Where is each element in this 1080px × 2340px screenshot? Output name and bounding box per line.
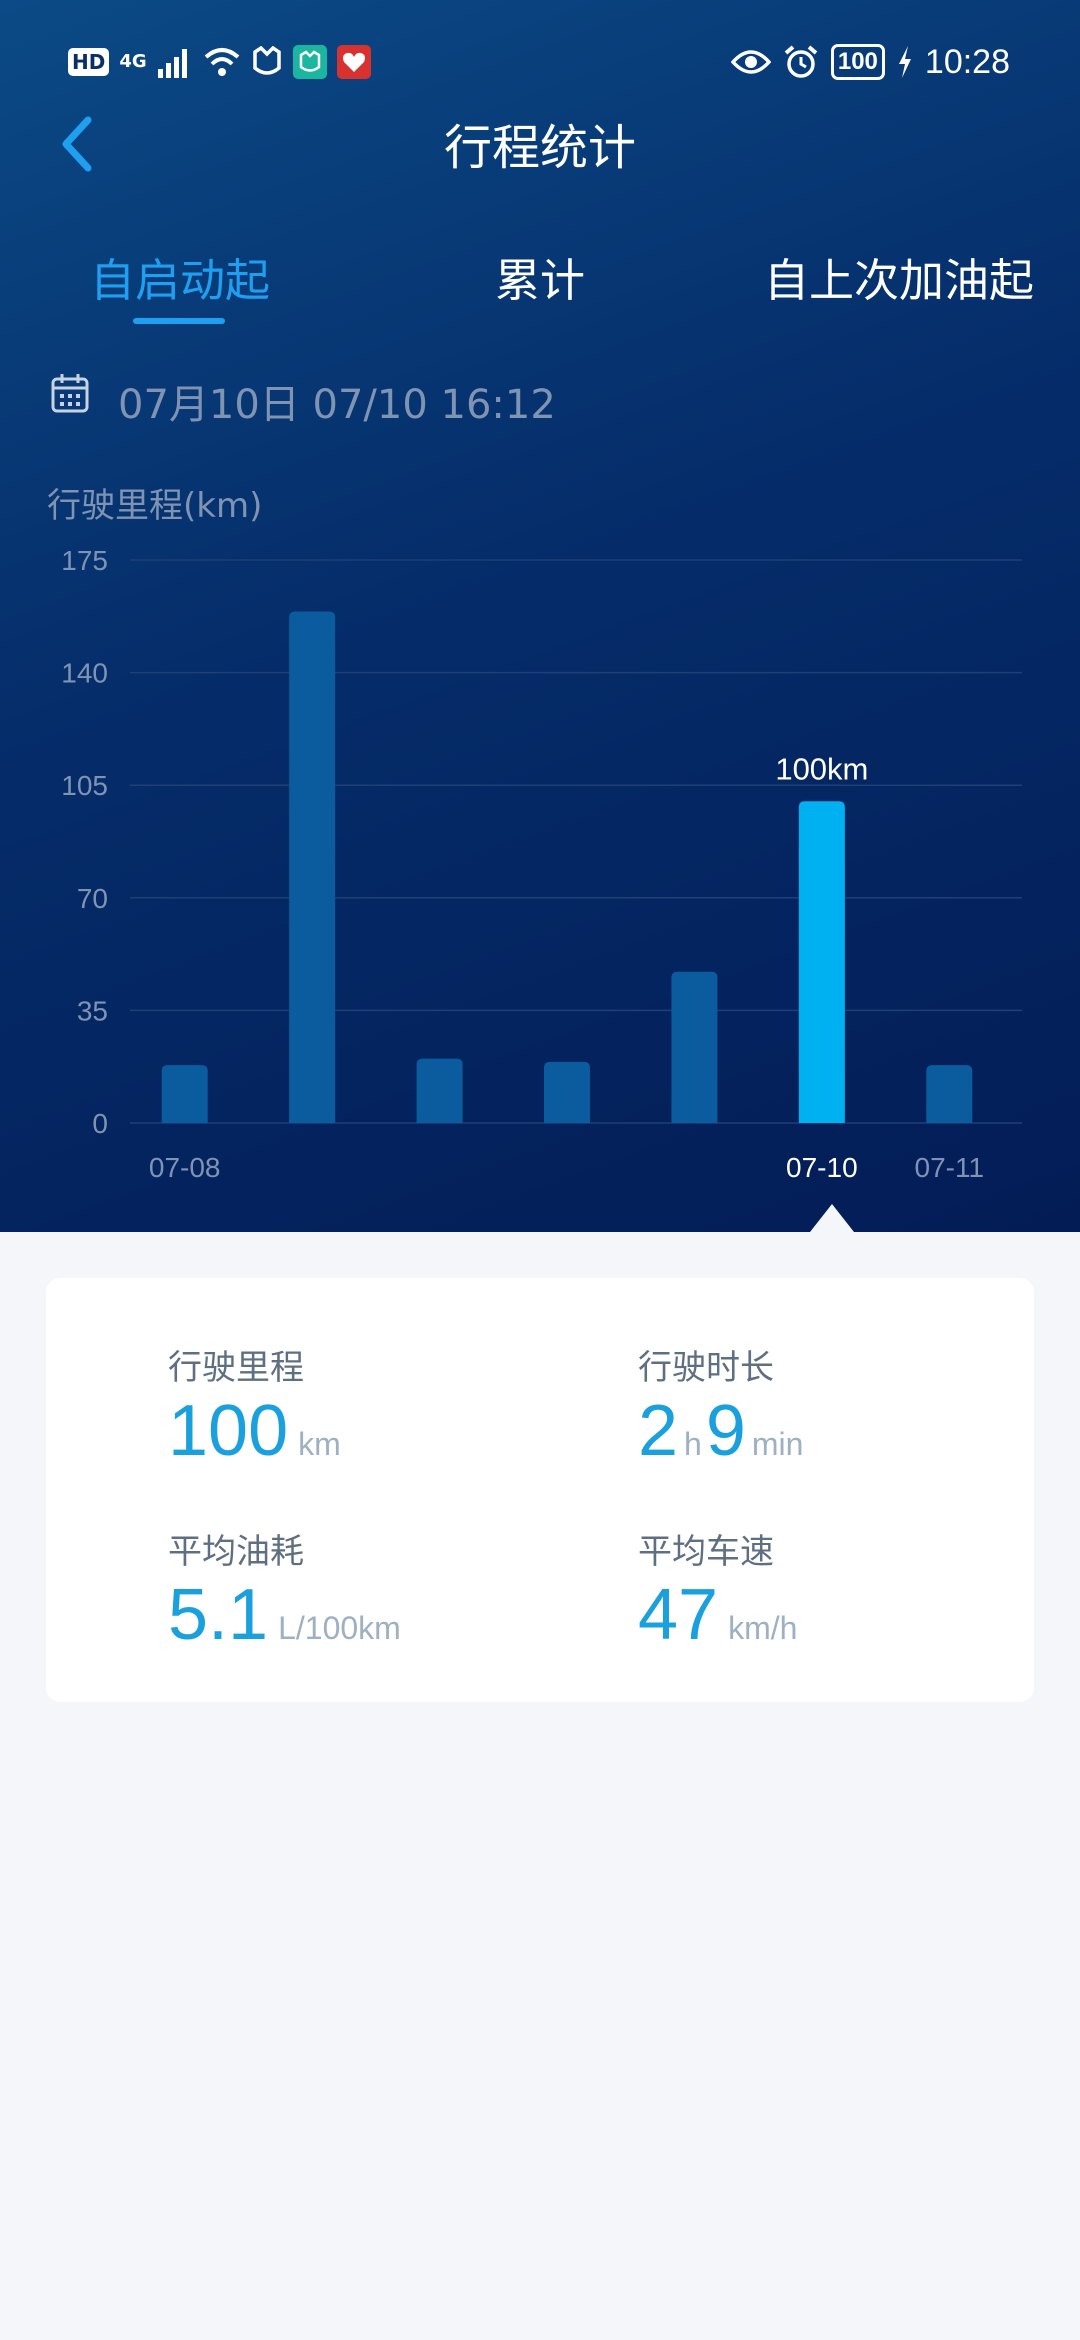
duration-hours: 2: [638, 1391, 679, 1471]
hd-badge: HD: [68, 48, 110, 76]
stat-mileage: 行驶里程 100 km: [168, 1340, 341, 1467]
selected-bar-pointer: [810, 1204, 854, 1232]
network-type: 4G: [119, 51, 147, 72]
fuel-unit: L/100km: [278, 1610, 401, 1646]
calendar-icon[interactable]: [50, 372, 90, 414]
tab-cumulative[interactable]: 累计: [495, 244, 585, 309]
speed-label: 平均车速: [638, 1532, 774, 1572]
stat-fuel: 平均油耗 5.1 L/100km: [168, 1524, 401, 1651]
active-tab-indicator: [133, 318, 225, 324]
x-tick-label: 07-11: [915, 1152, 985, 1183]
wifi-icon: [204, 48, 239, 76]
duration-hours-unit: h: [684, 1426, 702, 1462]
bar-selected[interactable]: [798, 801, 845, 1123]
fuel-label: 平均油耗: [168, 1532, 304, 1572]
tab-since-refuel[interactable]: 自上次加油起: [764, 244, 1034, 309]
x-tick-label: 07-08: [149, 1152, 221, 1183]
eye-icon: [730, 50, 771, 74]
bar[interactable]: [416, 1058, 463, 1123]
trip-stats-card: 行驶里程 100 km 行驶时长 2 h9 min 平均油耗 5.1 L/100km 平…: [46, 1278, 1034, 1702]
battery-indicator: 100: [830, 44, 885, 80]
mi-home-icon: [252, 46, 281, 75]
fuel-value: 5.1: [168, 1575, 269, 1655]
bar[interactable]: [161, 1065, 208, 1123]
status-right: 100 10:28: [730, 40, 1010, 84]
stat-duration: 行驶时长 2 h9 min: [638, 1340, 807, 1467]
page-title: 行程统计: [443, 120, 636, 176]
signal-icon: [157, 49, 187, 78]
alarm-icon: [784, 45, 818, 78]
mileage-unit: km: [298, 1426, 341, 1462]
speed-value: 47: [638, 1575, 719, 1655]
bar[interactable]: [926, 1065, 973, 1123]
bar[interactable]: [289, 611, 336, 1123]
mileage-label: 行驶里程: [168, 1348, 304, 1388]
duration-label: 行驶时长: [638, 1348, 774, 1388]
header-panel: HD 4G 100 10:28 行程统计 自启动起 累计 自上次加油起 07月1…: [0, 0, 1080, 1232]
bar[interactable]: [544, 1061, 590, 1123]
status-bar: HD 4G 100 10:28: [0, 30, 1080, 94]
y-tick-label: 35: [77, 995, 108, 1026]
app-notification-icon: [292, 45, 327, 79]
selected-bar-value-label: 100km: [775, 751, 868, 786]
y-tick-label: 0: [92, 1108, 108, 1139]
bar[interactable]: [671, 971, 718, 1123]
stat-speed: 平均车速 47 km/h: [638, 1524, 797, 1651]
mileage-value: 100: [168, 1391, 289, 1471]
charging-icon: [898, 46, 911, 78]
speed-unit: km/h: [728, 1610, 798, 1646]
duration-minutes-unit: min: [751, 1426, 804, 1462]
y-tick-label: 140: [61, 658, 108, 689]
clock: 10:28: [924, 42, 1010, 81]
mileage-bar-chart[interactable]: 175 140 105 70 35 0 07-08 100km 07-10 07-11: [0, 520, 1080, 1232]
x-tick-label: 07-10: [786, 1152, 858, 1183]
duration-minutes: 9: [705, 1391, 746, 1471]
y-tick-label: 175: [61, 545, 108, 576]
y-tick-label: 105: [61, 770, 108, 801]
heart-app-icon: [336, 45, 371, 79]
y-tick-label: 70: [77, 883, 108, 914]
tab-since-start[interactable]: 自启动起: [90, 244, 270, 309]
status-left: HD 4G: [68, 40, 371, 84]
date-range[interactable]: 07月10日 07/10 16:12: [118, 372, 556, 430]
